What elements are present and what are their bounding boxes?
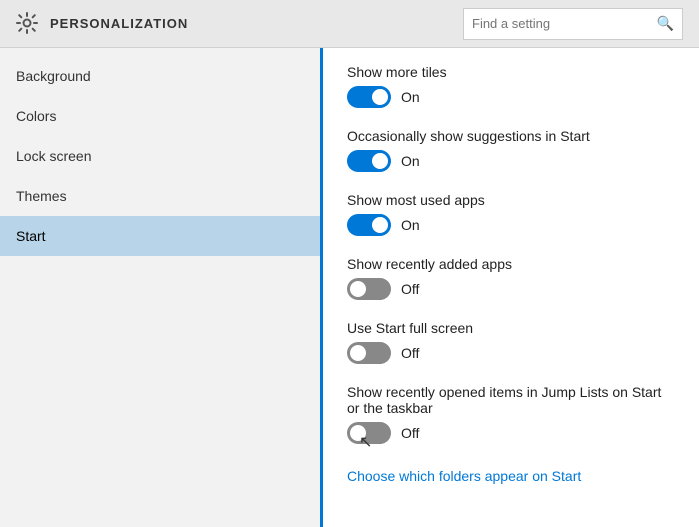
sidebar-item-themes[interactable]: Themes	[0, 176, 320, 216]
choose-folders-link[interactable]: Choose which folders appear on Start	[347, 468, 581, 484]
search-box[interactable]: 🔍	[463, 8, 683, 40]
toggle-thumb	[372, 89, 388, 105]
search-icon: 🔍	[657, 15, 674, 32]
sidebar-item-background[interactable]: Background	[0, 56, 320, 96]
setting-use-start-full-screen: Use Start full screen Off	[347, 320, 675, 364]
toggle-show-more-tiles[interactable]	[347, 86, 391, 108]
setting-label-show-most-used: Show most used apps	[347, 192, 675, 208]
toggle-status-use-start-full-screen: Off	[401, 345, 419, 361]
page-title: PERSONALIZATION	[50, 16, 463, 31]
toggle-thumb	[372, 153, 388, 169]
toggle-status-show-suggestions: On	[401, 153, 420, 169]
sidebar-item-lock-screen[interactable]: Lock screen	[0, 136, 320, 176]
setting-show-most-used: Show most used apps On	[347, 192, 675, 236]
setting-label-show-recently-added: Show recently added apps	[347, 256, 675, 272]
mouse-cursor-indicator: ↖	[359, 432, 372, 452]
toggle-thumb	[372, 217, 388, 233]
setting-show-recently-added: Show recently added apps Off	[347, 256, 675, 300]
content-area: Show more tiles On Occasionally show sug…	[320, 48, 699, 527]
setting-show-more-tiles: Show more tiles On	[347, 64, 675, 108]
setting-label-show-more-tiles: Show more tiles	[347, 64, 675, 80]
toggle-status-show-more-tiles: On	[401, 89, 420, 105]
toggle-use-start-full-screen[interactable]	[347, 342, 391, 364]
header: PERSONALIZATION 🔍	[0, 0, 699, 48]
setting-label-show-jump-lists: Show recently opened items in Jump Lists…	[347, 384, 675, 416]
toggle-thumb	[350, 281, 366, 297]
toggle-status-show-recently-added: Off	[401, 281, 419, 297]
toggle-show-suggestions[interactable]	[347, 150, 391, 172]
sidebar-item-start[interactable]: Start	[0, 216, 320, 256]
sidebar-item-colors[interactable]: Colors	[0, 96, 320, 136]
main-layout: Background Colors Lock screen Themes Sta…	[0, 48, 699, 527]
setting-show-suggestions: Occasionally show suggestions in Start O…	[347, 128, 675, 172]
search-input[interactable]	[472, 16, 653, 31]
sidebar: Background Colors Lock screen Themes Sta…	[0, 48, 320, 527]
toggle-status-show-jump-lists: Off	[401, 425, 419, 441]
setting-label-show-suggestions: Occasionally show suggestions in Start	[347, 128, 675, 144]
gear-icon	[16, 12, 40, 36]
setting-label-use-start-full-screen: Use Start full screen	[347, 320, 675, 336]
setting-show-jump-lists: Show recently opened items in Jump Lists…	[347, 384, 675, 444]
toggle-thumb	[350, 345, 366, 361]
toggle-show-recently-added[interactable]	[347, 278, 391, 300]
toggle-show-most-used[interactable]	[347, 214, 391, 236]
toggle-status-show-most-used: On	[401, 217, 420, 233]
